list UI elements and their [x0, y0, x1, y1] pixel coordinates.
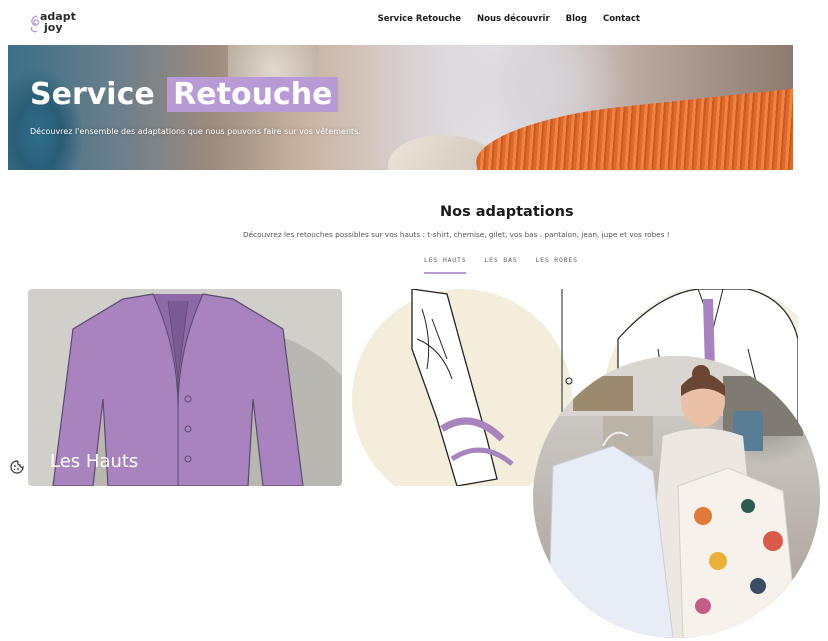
page-title-part1: Service: [30, 77, 155, 112]
cookie-settings-button[interactable]: [8, 458, 26, 476]
page-title-highlight: Retouche: [167, 77, 339, 112]
hero-orange-thread: [472, 87, 793, 170]
card-title: Les Hauts: [50, 451, 139, 472]
hero-subtitle: Découvrez l'ensemble des adaptations que…: [30, 127, 361, 136]
page-title: Service Retouche: [30, 77, 339, 113]
cookie-icon: [10, 460, 24, 474]
category-tabs: LES HAUTS LES BAS LES ROBES: [424, 256, 578, 274]
hero-banner: Service Retouche Découvrez l'ensemble de…: [8, 45, 793, 170]
section-title: Nos adaptations: [440, 204, 574, 220]
nav-nous-decouvrir[interactable]: Nous découvrir: [477, 14, 550, 24]
brand-name-line2: joy: [44, 21, 63, 34]
tab-les-bas[interactable]: LES BAS: [484, 256, 517, 274]
section-subtitle: Découvrez les retouches possibles sur vo…: [243, 230, 670, 239]
nav-blog[interactable]: Blog: [566, 14, 587, 24]
main-nav: Service Retouche Nous découvrir Blog Con…: [378, 14, 640, 24]
tab-les-hauts[interactable]: LES HAUTS: [424, 256, 467, 274]
card-les-hauts[interactable]: Les Hauts: [28, 289, 342, 486]
nav-contact[interactable]: Contact: [603, 14, 640, 24]
video-bubble[interactable]: [533, 356, 820, 638]
brand-logo[interactable]: adapt joy: [28, 6, 98, 38]
nav-service-retouche[interactable]: Service Retouche: [378, 14, 461, 24]
tab-les-robes[interactable]: LES ROBES: [535, 256, 577, 274]
video-bubble-scene: [533, 356, 820, 638]
